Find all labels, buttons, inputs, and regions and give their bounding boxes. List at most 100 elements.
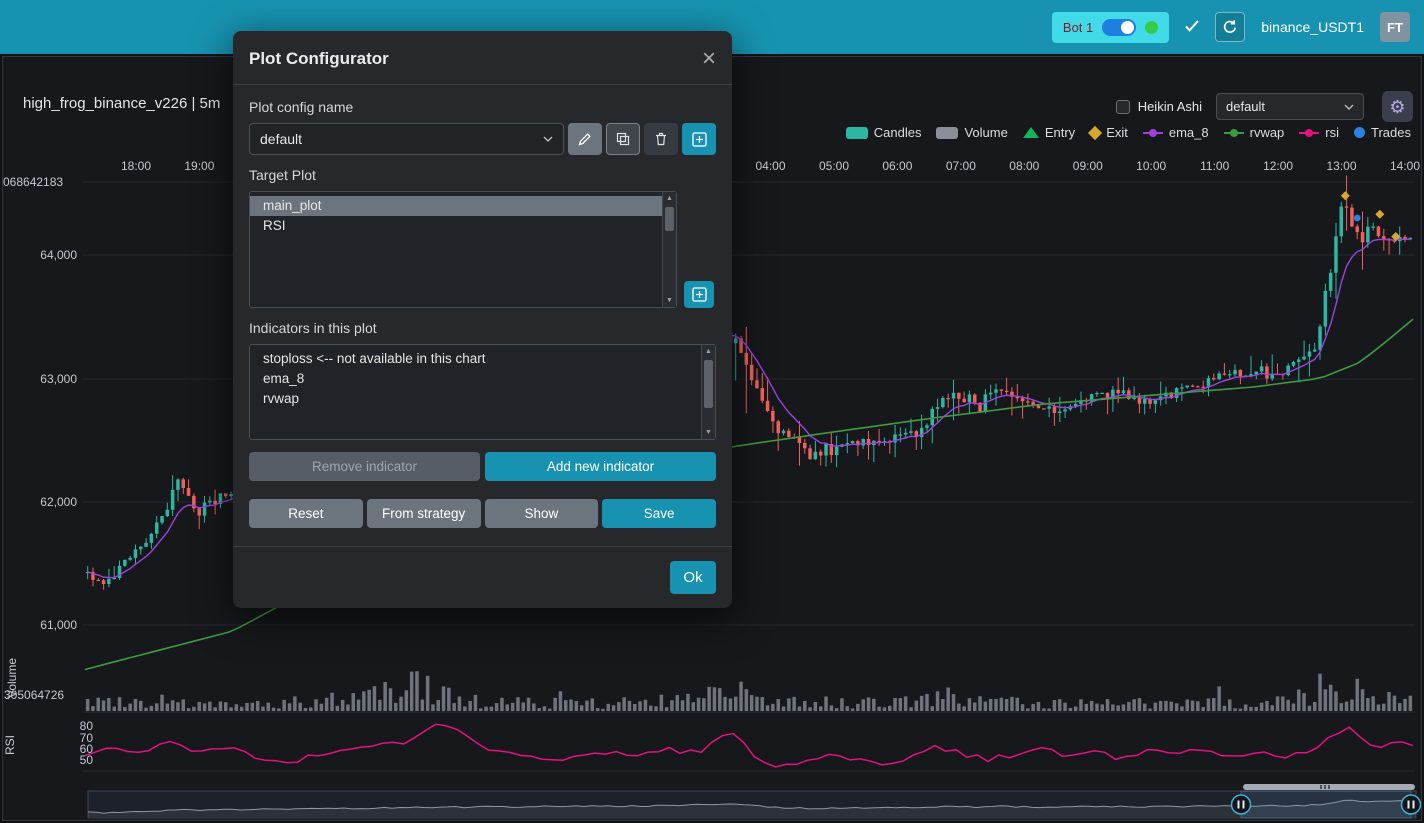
legend-label: rvwap	[1250, 125, 1285, 140]
scrollbar-thumb[interactable]	[665, 207, 674, 231]
heikin-ashi-label: Heikin Ashi	[1138, 99, 1202, 114]
svg-text:62,000: 62,000	[40, 495, 77, 509]
plot-config-dropdown[interactable]: default	[1216, 93, 1364, 120]
add-config-button[interactable]	[682, 123, 716, 155]
remove-indicator-button[interactable]: Remove indicator	[249, 452, 480, 481]
close-icon[interactable]: ×	[702, 47, 716, 71]
plot-settings-button[interactable]: ⚙	[1382, 91, 1413, 122]
freqtrade-logo[interactable]: FT	[1380, 12, 1410, 42]
bot-toggle[interactable]	[1102, 19, 1136, 36]
legend-item-Volume[interactable]: Volume	[936, 125, 1007, 140]
svg-text:Volume: Volume	[5, 658, 19, 698]
legend-item-Trades[interactable]: Trades	[1354, 125, 1411, 140]
show-button[interactable]: Show	[485, 499, 599, 528]
svg-text:09:00: 09:00	[1073, 159, 1103, 173]
trash-icon	[654, 132, 668, 146]
svg-text:63,000: 63,000	[40, 372, 77, 386]
indicator-option[interactable]: stoploss <-- not available in this chart	[250, 349, 701, 369]
duplicate-config-button[interactable]	[606, 123, 640, 155]
navigator-selected-range[interactable]	[1241, 791, 1411, 818]
scrollbar-thumb[interactable]	[704, 360, 713, 408]
svg-text:12:00: 12:00	[1263, 159, 1293, 173]
legend-label: Trades	[1371, 125, 1411, 140]
rsi-swatch-icon	[1299, 127, 1319, 139]
legend-item-Entry[interactable]: Entry	[1023, 125, 1075, 140]
navigator-left-handle[interactable]	[1232, 795, 1251, 814]
rvwap-swatch-icon	[1224, 127, 1244, 139]
svg-text:RSI: RSI	[3, 735, 17, 755]
plus-square-icon	[692, 132, 707, 147]
scrollbar[interactable]: ▲ ▼	[701, 345, 715, 439]
legend-item-ema_8[interactable]: ema_8	[1143, 125, 1209, 140]
plus-square-icon	[692, 287, 707, 302]
legend-item-Candles[interactable]: Candles	[846, 125, 922, 140]
pencil-icon	[578, 132, 592, 146]
target-plot-label: Target Plot	[249, 167, 716, 183]
svg-text:10:00: 10:00	[1136, 159, 1166, 173]
svg-text:068642183: 068642183	[3, 175, 63, 189]
ema_8-swatch-icon	[1143, 127, 1163, 139]
plot-configurator-dialog: Plot Configurator × Plot config name def…	[233, 31, 732, 608]
legend-item-Exit[interactable]: Exit	[1090, 125, 1128, 140]
data-zoom-navigator[interactable]	[88, 791, 1421, 818]
indicator-option[interactable]: ema_8	[250, 369, 701, 389]
target-plot-option[interactable]: RSI	[250, 216, 662, 236]
heikin-ashi-checkbox[interactable]	[1116, 100, 1130, 114]
legend-label: Candles	[874, 125, 922, 140]
Candles-swatch-icon	[846, 127, 868, 139]
svg-text:04:00: 04:00	[755, 159, 785, 173]
refresh-icon	[1222, 19, 1238, 35]
Exit-swatch-icon	[1088, 125, 1102, 139]
svg-text:07:00: 07:00	[946, 159, 976, 173]
plot-config-dropdown-value: default	[1226, 99, 1265, 114]
add-new-indicator-button[interactable]: Add new indicator	[485, 452, 716, 481]
legend-item-rvwap[interactable]: rvwap	[1224, 125, 1285, 140]
chart-legend: Candles Volume Entry Exit ema_8 rvwap rsi Trade…	[846, 125, 1411, 140]
legend-label: Exit	[1106, 125, 1128, 140]
scroll-down-icon[interactable]: ▼	[663, 294, 676, 307]
ok-button[interactable]: Ok	[670, 561, 716, 594]
svg-text:61,000: 61,000	[40, 618, 77, 632]
exchange-pair-name: binance_USDT1	[1261, 19, 1364, 35]
dialog-title: Plot Configurator	[249, 49, 389, 69]
target-plot-option[interactable]: main_plot	[250, 196, 662, 216]
scrollbar-track[interactable]	[702, 358, 715, 426]
rename-config-button[interactable]	[568, 123, 602, 155]
volume-bars	[86, 671, 1412, 711]
config-toolbar: default	[249, 123, 716, 155]
svg-text:11:00: 11:00	[1200, 159, 1229, 173]
bot-selector[interactable]: Bot 1	[1052, 12, 1169, 43]
toggle-knob	[1121, 21, 1134, 34]
plot-config-name-label: Plot config name	[249, 99, 716, 115]
chevron-down-icon	[543, 136, 553, 142]
chart-controls: Heikin Ashi default ⚙	[1116, 91, 1413, 122]
target-plot-listbox[interactable]: main_plotRSI ▲ ▼	[249, 191, 677, 308]
add-plot-button[interactable]	[684, 281, 714, 308]
scrollbar-track[interactable]	[663, 205, 676, 294]
reset-button[interactable]: Reset	[249, 499, 363, 528]
navigator-right-handle[interactable]	[1402, 795, 1421, 814]
scroll-up-icon[interactable]: ▲	[702, 345, 715, 358]
svg-text:08:00: 08:00	[1009, 159, 1039, 173]
indicator-option[interactable]: rvwap	[250, 389, 701, 409]
legend-item-rsi[interactable]: rsi	[1299, 125, 1339, 140]
from-strategy-button[interactable]: From strategy	[367, 499, 481, 528]
plot-config-select[interactable]: default	[249, 123, 564, 155]
trade-markers	[1341, 191, 1400, 241]
svg-text:19:00: 19:00	[184, 159, 214, 173]
Trades-swatch-icon	[1354, 127, 1365, 138]
horizontal-scrollbar[interactable]	[1243, 784, 1415, 790]
Entry-swatch-icon	[1023, 127, 1039, 138]
refresh-button[interactable]	[1215, 12, 1245, 42]
indicators-listbox[interactable]: stoploss <-- not available in this chart…	[249, 344, 716, 440]
bot-online-indicator	[1145, 21, 1158, 34]
chevron-down-icon	[1344, 104, 1354, 110]
scrollbar[interactable]: ▲ ▼	[662, 192, 676, 307]
check-icon	[1185, 19, 1199, 35]
plot-config-select-value: default	[260, 131, 302, 147]
delete-config-button[interactable]	[644, 123, 678, 155]
save-button[interactable]: Save	[602, 499, 716, 528]
scroll-up-icon[interactable]: ▲	[663, 192, 676, 205]
chart-title: high_frog_binance_v226 | 5m	[23, 95, 220, 112]
scroll-down-icon[interactable]: ▼	[702, 426, 715, 439]
